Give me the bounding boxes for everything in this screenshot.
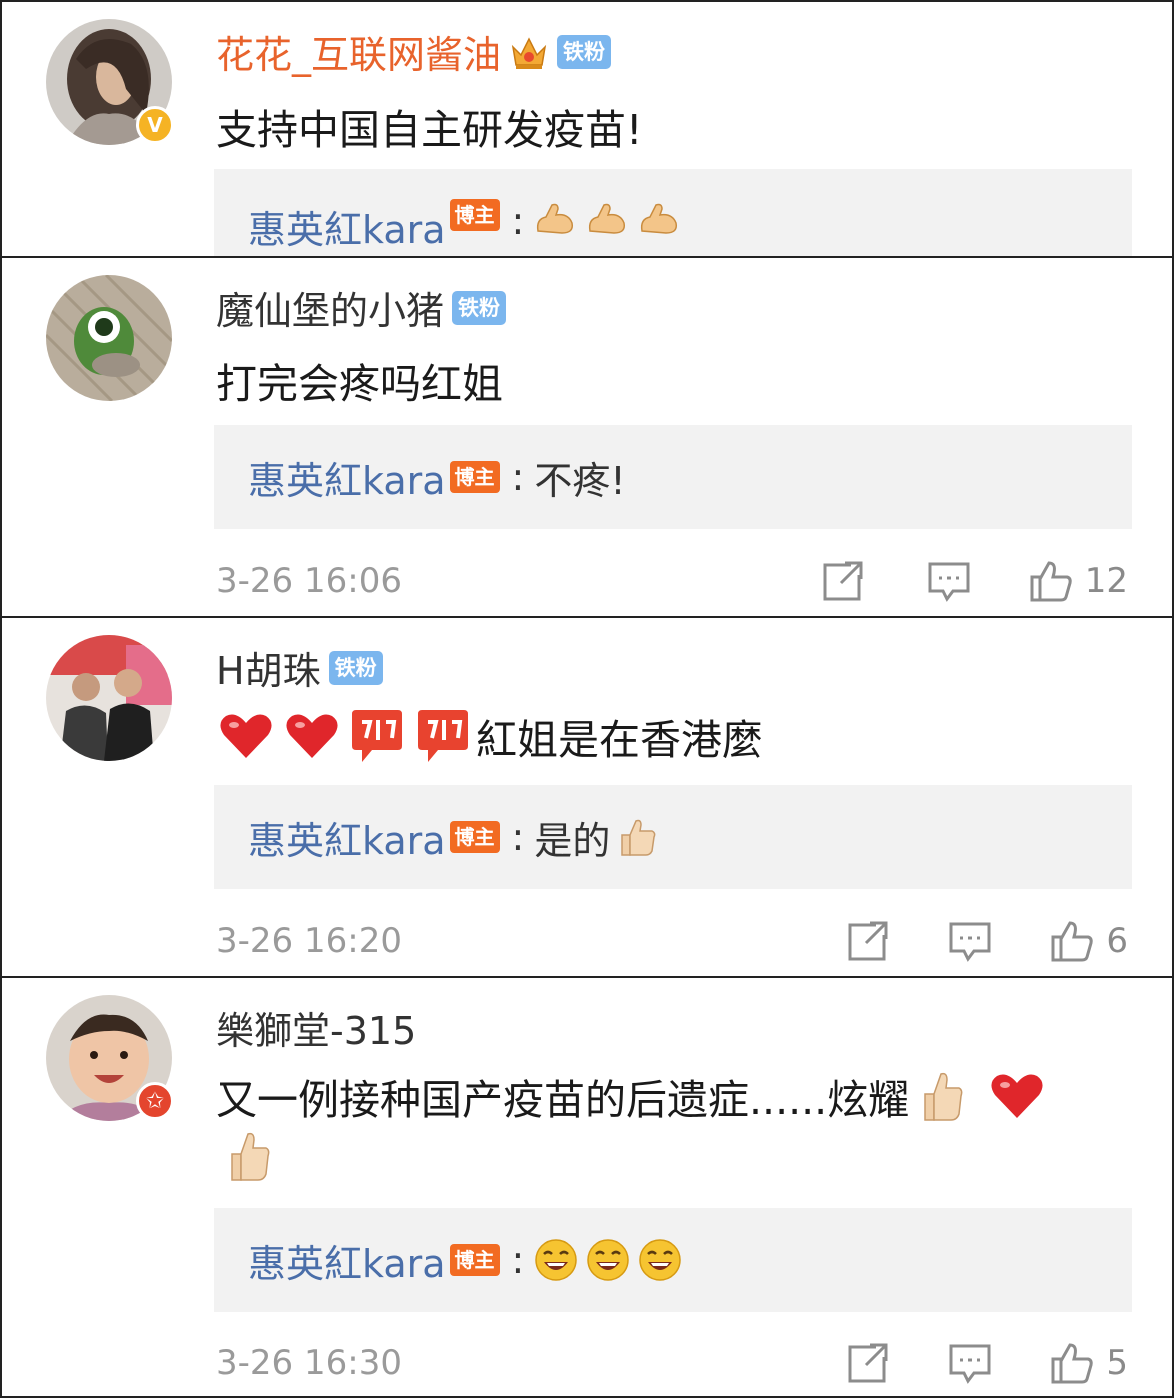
- reply-author[interactable]: 惠英紅kara: [248, 199, 446, 254]
- muscle-icon: [537, 203, 574, 234]
- comment-text: 紅姐是在香港麼: [218, 706, 763, 766]
- share-icon[interactable]: [846, 919, 890, 963]
- comment-icon[interactable]: [927, 559, 971, 603]
- thumbs-up-icon: [924, 1072, 963, 1121]
- username-text[interactable]: 魔仙堡的小猪: [216, 280, 444, 335]
- red-star-badge-icon: ✩: [136, 1082, 174, 1120]
- timestamp: 3-26 16:06: [216, 561, 402, 601]
- share-icon[interactable]: [821, 559, 865, 603]
- heart-icon: [220, 714, 272, 758]
- like-icon[interactable]: [1029, 559, 1073, 603]
- avatar[interactable]: [46, 275, 172, 401]
- blogger-badge: 博主: [449, 199, 500, 231]
- reply-box[interactable]: 惠英紅kara 博主 :: [214, 1208, 1132, 1312]
- laugh-emoji-group: [534, 1238, 682, 1282]
- blogger-badge: 博主: [449, 1244, 500, 1276]
- username-text[interactable]: 花花_互联网酱油: [216, 24, 501, 79]
- comment-meta: 3-26 16:30 5: [216, 1338, 1128, 1388]
- action-bar: 5: [846, 1338, 1128, 1388]
- reply-author[interactable]: 惠英紅kara: [248, 810, 446, 865]
- username-text[interactable]: H胡珠: [216, 640, 321, 695]
- thumbs-up-icon: [621, 819, 656, 856]
- timestamp: 3-26 16:30: [216, 1343, 402, 1383]
- comment-text: 又一例接种国产疫苗的后遗症......炫耀: [216, 1066, 1045, 1126]
- laughing-face-icon: [639, 1239, 682, 1281]
- muscle-emoji-group: [534, 201, 680, 237]
- timestamp: 3-26 16:20: [216, 921, 402, 961]
- heart-icon: [286, 714, 338, 758]
- comment-card: 魔仙堡的小猪 铁粉 打完会疼吗红姐 惠英紅kara 博主 : 不疼! 3-26 …: [0, 256, 1174, 618]
- comment-card: ✩ 樂獅堂-315 又一例接种国产疫苗的后遗症......炫耀 惠英紅kara …: [0, 976, 1174, 1398]
- username[interactable]: H胡珠 铁粉: [216, 640, 383, 695]
- like-count: 5: [1106, 1343, 1128, 1383]
- comment-card: V 花花_互联网酱油 铁粉 支持中国自主研发疫苗! 惠英紅kara 博主 :: [0, 0, 1174, 258]
- cheer-bubble-icon: [352, 710, 402, 762]
- like-count: 6: [1106, 921, 1128, 961]
- comment-icon[interactable]: [948, 1341, 992, 1385]
- like-count: 12: [1084, 561, 1128, 601]
- muscle-icon: [641, 203, 678, 234]
- reply-text: 不疼!: [534, 458, 626, 503]
- laughing-face-icon: [535, 1239, 578, 1281]
- comment-meta: 3-26 16:06 12: [216, 556, 1128, 606]
- reply-colon: :: [511, 199, 525, 243]
- thumbs-up-icon: [231, 1132, 270, 1181]
- username-text[interactable]: 樂獅堂-315: [216, 1000, 416, 1055]
- blogger-badge: 博主: [449, 461, 500, 493]
- like-icon[interactable]: [1050, 919, 1094, 963]
- cheer-bubble-icon: [418, 710, 468, 762]
- fan-badge: 铁粉: [328, 650, 383, 685]
- avatar[interactable]: [46, 635, 172, 761]
- comment-text: 打完会疼吗红姐: [216, 360, 503, 408]
- reply-colon: :: [511, 815, 525, 859]
- username[interactable]: 樂獅堂-315: [216, 1000, 416, 1055]
- comment-text: 支持中国自主研发疫苗!: [216, 106, 643, 154]
- fan-badge: 铁粉: [557, 34, 612, 69]
- comment-icon[interactable]: [948, 919, 992, 963]
- verified-v-icon: V: [136, 106, 174, 144]
- reply-box[interactable]: 惠英紅kara 博主 : 是的: [214, 785, 1132, 889]
- action-bar: 12: [821, 556, 1128, 606]
- reply-author[interactable]: 惠英紅kara: [248, 1233, 446, 1288]
- muscle-icon: [589, 203, 626, 234]
- share-icon[interactable]: [846, 1341, 890, 1385]
- username[interactable]: 魔仙堡的小猪 铁粉: [216, 280, 507, 335]
- reply-colon: :: [511, 1238, 525, 1282]
- reply-box[interactable]: 惠英紅kara 博主 :: [214, 169, 1132, 256]
- laughing-face-icon: [587, 1239, 630, 1281]
- heart-icon: [991, 1074, 1043, 1118]
- comment-card: H胡珠 铁粉 紅姐是在香港麼 惠英紅kara 博主 : 是的 3-26 16:2…: [0, 616, 1174, 978]
- reply-box[interactable]: 惠英紅kara 博主 : 不疼!: [214, 425, 1132, 529]
- fan-badge: 铁粉: [452, 290, 507, 325]
- blogger-badge: 博主: [449, 821, 500, 853]
- comment-text-body: 又一例接种国产疫苗的后遗症......炫耀: [216, 1076, 910, 1124]
- comment-meta: 3-26 16:20 6: [216, 916, 1128, 966]
- reply-colon: :: [511, 455, 525, 499]
- comment-text-body: 紅姐是在香港麼: [476, 716, 763, 764]
- username[interactable]: 花花_互联网酱油 铁粉: [216, 24, 612, 79]
- like-icon[interactable]: [1050, 1341, 1094, 1385]
- comment-text-wrap: [216, 1128, 272, 1184]
- crown-icon: [511, 36, 547, 69]
- reply-author[interactable]: 惠英紅kara: [248, 450, 446, 505]
- reply-text: 是的: [534, 818, 611, 863]
- action-bar: 6: [846, 916, 1128, 966]
